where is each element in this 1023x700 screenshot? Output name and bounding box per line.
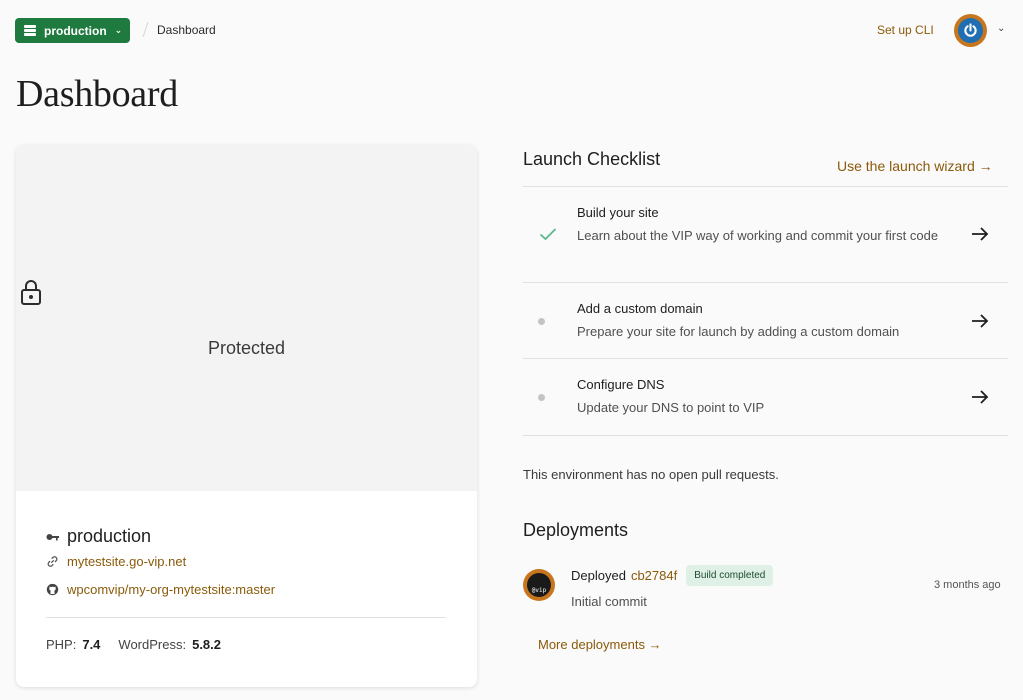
site-card: Protected production mytestsite.go-vip.n… (16, 145, 477, 687)
repo-link[interactable]: wpcomvip/my-org-mytestsite:master (46, 582, 275, 597)
more-deployments-link[interactable]: More deployments → (538, 637, 662, 652)
deployment-time: 3 months ago (934, 579, 1001, 591)
wordpress-label: WordPress: (118, 637, 187, 652)
site-preview[interactable]: Protected (16, 145, 477, 491)
domain-link-text: mytestsite.go-vip.net (67, 554, 187, 569)
repo-link-text: wpcomvip/my-org-mytestsite:master (67, 582, 276, 597)
arrow-right-icon (972, 314, 989, 328)
checklist-item-description: Update your DNS to point to VIP (577, 400, 765, 415)
user-avatar[interactable] (954, 14, 987, 47)
deployments-title: Deployments (523, 520, 629, 540)
power-icon (964, 23, 977, 37)
checklist-item-configure-dns[interactable]: Configure DNS Update your DNS to point t… (523, 359, 1008, 435)
breadcrumb-separator (142, 22, 149, 37)
page-title: Dashboard (16, 73, 178, 115)
deployment-item: Deployed cb2784f Build completed (571, 565, 774, 586)
environment-name-text: production (67, 526, 152, 546)
launch-wizard-link[interactable]: Use the launch wizard → (837, 158, 993, 174)
checklist-item-description: Learn about the VIP way of working and c… (577, 228, 939, 243)
deployer-avatar-text: @vip (527, 573, 551, 597)
environment-selector-label: production (44, 23, 107, 38)
breadcrumb: Dashboard (157, 23, 216, 37)
checklist-item-title: Add a custom domain (577, 301, 703, 316)
checklist-item-description: Prepare your site for launch by adding a… (577, 324, 900, 339)
commit-hash-link[interactable]: cb2784f (631, 568, 677, 583)
php-label: PHP: (46, 637, 77, 652)
user-menu-chevron-icon[interactable]: ⌄ (997, 23, 1005, 34)
setup-cli-link[interactable]: Set up CLI (877, 23, 934, 37)
pending-status-dot (538, 394, 545, 401)
chevron-down-icon: ⌄ (114, 25, 123, 35)
github-icon (46, 583, 59, 596)
pull-requests-empty-text: This environment has no open pull reques… (523, 467, 779, 482)
lock-icon (21, 280, 41, 305)
checkmark-icon (539, 228, 557, 241)
deployment-action: Deployed (571, 568, 626, 583)
checklist-item-custom-domain[interactable]: Add a custom domain Prepare your site fo… (523, 283, 1008, 358)
top-bar: production ⌄ Dashboard Set up CLI ⌄ (0, 0, 1023, 60)
divider (523, 435, 1008, 436)
preview-status-text: Protected (207, 338, 286, 358)
status-badge: Build completed (686, 565, 774, 586)
pending-status-dot (538, 318, 545, 325)
environment-name: production (46, 526, 151, 547)
checklist-item-title: Configure DNS (577, 377, 665, 392)
checklist-item-title: Build your site (577, 205, 659, 220)
arrow-right-icon (972, 227, 989, 241)
server-list-icon (24, 25, 36, 36)
deployment-message: Initial commit (571, 594, 647, 609)
php-version: 7.4 (82, 637, 101, 652)
deployer-avatar: @vip (523, 569, 555, 601)
divider (46, 617, 446, 618)
version-info: PHP: 7.4 WordPress: 5.8.2 (46, 637, 239, 652)
launch-checklist-title: Launch Checklist (523, 149, 661, 169)
link-icon (47, 556, 58, 567)
arrow-right-icon (972, 390, 989, 404)
checklist-item-build-site[interactable]: Build your site Learn about the VIP way … (523, 187, 1008, 282)
wordpress-version: 5.8.2 (192, 637, 222, 652)
domain-link[interactable]: mytestsite.go-vip.net (46, 554, 186, 569)
key-icon (46, 533, 59, 540)
environment-selector-button[interactable]: production ⌄ (15, 18, 130, 43)
